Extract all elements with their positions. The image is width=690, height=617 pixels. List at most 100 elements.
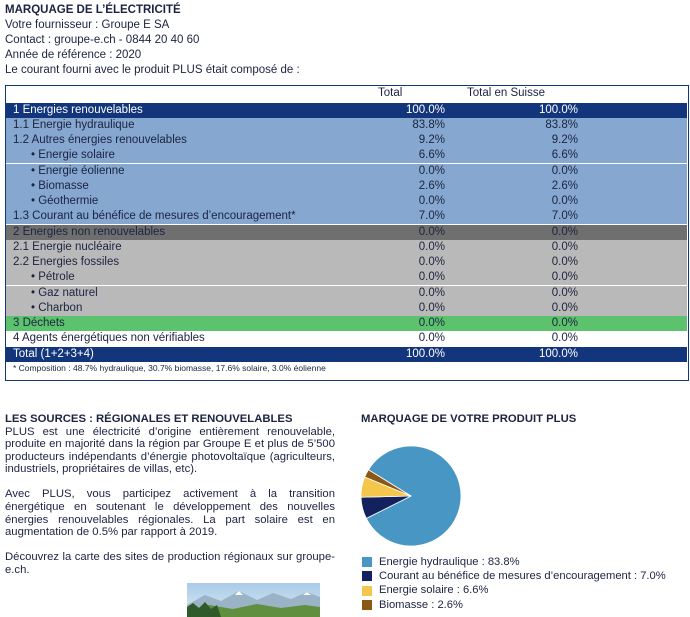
legend-swatch [362,599,372,610]
intro-text: Le courant fourni avec le produit PLUS é… [5,64,300,76]
page-title: MARQUAGE DE L’ÉLECTRICITÉ [5,4,181,16]
cell-total: 0.0% [418,256,445,268]
page-header: MARQUAGE DE L’ÉLECTRICITÉ Votre fourniss… [5,3,300,78]
legend-item: Courant au bénéfice de mesures d’encoura… [362,569,666,583]
cell-swiss-total: 100.0% [538,103,578,116]
row-unverifiable: 4 Agents énergétiques non vérifiables 0.0… [6,331,687,347]
cell-total: 6.6% [418,149,445,162]
cell-total: 0.0% [418,195,445,207]
row-label: 1.3 Courant au bénéfice de mesures d’enc… [13,210,296,223]
row-label: 2 Energies non renouvelables [13,225,166,238]
row-waste: 3 Déchets 0.0% 0.0% [6,316,687,332]
landscape-photo [187,583,320,617]
row-label: • Charbon [31,301,83,314]
cell-total: 0.0% [418,286,445,299]
cell-swiss-total: 0.0% [551,286,578,299]
column-header-swiss-total: Total en Suisse [467,87,545,99]
cell-total: 9.2% [418,134,445,146]
row-label: 1.1 Energie hydraulique [13,118,135,131]
sources-section: LES SOURCES : RÉGIONALES ET RENOUVELABLE… [5,413,335,589]
legend-label: Energie hydraulique : 83.8% [379,556,520,568]
cell-swiss-total: 7.0% [551,210,578,223]
legend-label: Energie solaire : 6.6% [379,584,489,597]
row-label: 2.1 Energie nucléaire [13,240,122,253]
cell-total: 83.8% [412,118,445,131]
row-other-renewables: 1.2 Autres énergies renouvelables 9.2% 9.2… [6,133,687,149]
legend-swatch [362,571,372,582]
legend-swatch [362,585,372,596]
legend-swatch [362,557,372,568]
cell-total: 100.0% [405,347,445,360]
cell-swiss-total: 9.2% [551,134,578,146]
row-label: • Géothermie [31,195,99,207]
row-oil: • Pétrole 0.0% 0.0% [6,270,687,286]
reference-year: Année de référence : 2020 [5,49,142,61]
cell-swiss-total: 100.0% [538,347,578,360]
cell-swiss-total: 0.0% [551,164,578,177]
cell-total: 0.0% [418,332,445,345]
legend-label: Courant au bénéfice de mesures d’encoura… [379,570,666,583]
row-label: 2.2 Energies fossiles [13,256,120,268]
row-gas: • Gaz naturel 0.0% 0.0% [6,285,687,301]
cell-swiss-total: 83.8% [545,118,578,131]
cell-swiss-total: 6.6% [551,149,578,162]
row-label: • Gaz naturel [31,286,98,299]
electricity-mix-table: Total Total en Suisse 1 Energies renouve… [5,85,689,381]
cell-swiss-total: 2.6% [551,179,578,192]
sources-paragraph-3: Découvrez la carte des sites de producti… [5,551,335,576]
row-subsidized: 1.3 Courant au bénéfice de mesures d’enc… [6,209,687,225]
legend-label: Biomasse : 2.6% [379,598,463,611]
sources-paragraph-1: PLUS est une électricité d’origine entiè… [5,425,335,476]
cell-swiss-total: 0.0% [551,225,578,238]
row-total: Total (1+2+3+4) 100.0% 100.0% [6,346,687,362]
contact-line: Contact : groupe-e.ch - 0844 20 40 60 [5,34,200,46]
row-label: • Biomasse [31,179,89,192]
legend-item: Energie solaire : 6.6% [362,583,666,597]
column-header-total: Total [378,87,403,99]
row-nonrenewables: 2 Energies non renouvelables 0.0% 0.0% [6,224,687,240]
row-label: 1 Energies renouvelables [13,103,143,116]
row-label: Total (1+2+3+4) [13,347,94,360]
row-label: • Pétrole [31,271,75,284]
cell-total: 0.0% [418,164,445,177]
cell-total: 0.0% [418,271,445,284]
cell-total: 0.0% [418,317,445,329]
row-wind: • Energie éolienne 0.0% 0.0% [6,163,687,179]
product-mix-pie-chart [360,445,462,547]
legend-item: Energie hydraulique : 83.8% [362,555,666,569]
cell-swiss-total: 0.0% [551,317,578,329]
cell-swiss-total: 0.0% [551,195,578,207]
sources-title: LES SOURCES : RÉGIONALES ET RENOUVELABLE… [5,413,293,425]
cell-total: 7.0% [418,210,445,223]
cell-total: 0.0% [418,301,445,314]
row-nuclear: 2.1 Energie nucléaire 0.0% 0.0% [6,239,687,255]
legend-item: Biomasse : 2.6% [362,598,666,612]
landscape-image [187,583,320,617]
row-label: 1.2 Autres énergies renouvelables [13,134,187,146]
row-label: 4 Agents énergétiques non vérifiables [13,332,205,345]
supplier-line: Votre fournisseur : Groupe E SA [5,19,170,31]
row-hydro: 1.1 Energie hydraulique 83.8% 83.8% [6,117,687,133]
cell-swiss-total: 0.0% [551,301,578,314]
row-biomass: • Biomasse 2.6% 2.6% [6,178,687,194]
table-header-row: Total Total en Suisse [6,86,687,102]
pie-legend: Energie hydraulique : 83.8% Courant au bé… [362,555,666,612]
cell-total: 0.0% [418,225,445,238]
pie-chart-title: MARQUAGE DE VOTRE PRODUIT PLUS [361,413,577,425]
row-label: • Energie éolienne [31,164,125,177]
cell-swiss-total: 0.0% [551,240,578,253]
row-coal: • Charbon 0.0% 0.0% [6,300,687,316]
cell-total: 100.0% [405,103,445,116]
row-solar: • Energie solaire 6.6% 6.6% [6,148,687,164]
row-renewables: 1 Energies renouvelables 100.0% 100.0% [6,102,687,118]
row-label: 3 Déchets [13,317,65,329]
cell-total: 2.6% [418,179,445,192]
sources-paragraph-2: Avec PLUS, vous participez activement à … [5,488,335,539]
row-geothermal: • Géothermie 0.0% 0.0% [6,194,687,210]
cell-swiss-total: 0.0% [551,271,578,284]
cell-swiss-total: 0.0% [551,256,578,268]
cell-total: 0.0% [418,240,445,253]
row-label: • Energie solaire [31,149,115,162]
cell-swiss-total: 0.0% [551,332,578,345]
row-fossil: 2.2 Energies fossiles 0.0% 0.0% [6,255,687,271]
